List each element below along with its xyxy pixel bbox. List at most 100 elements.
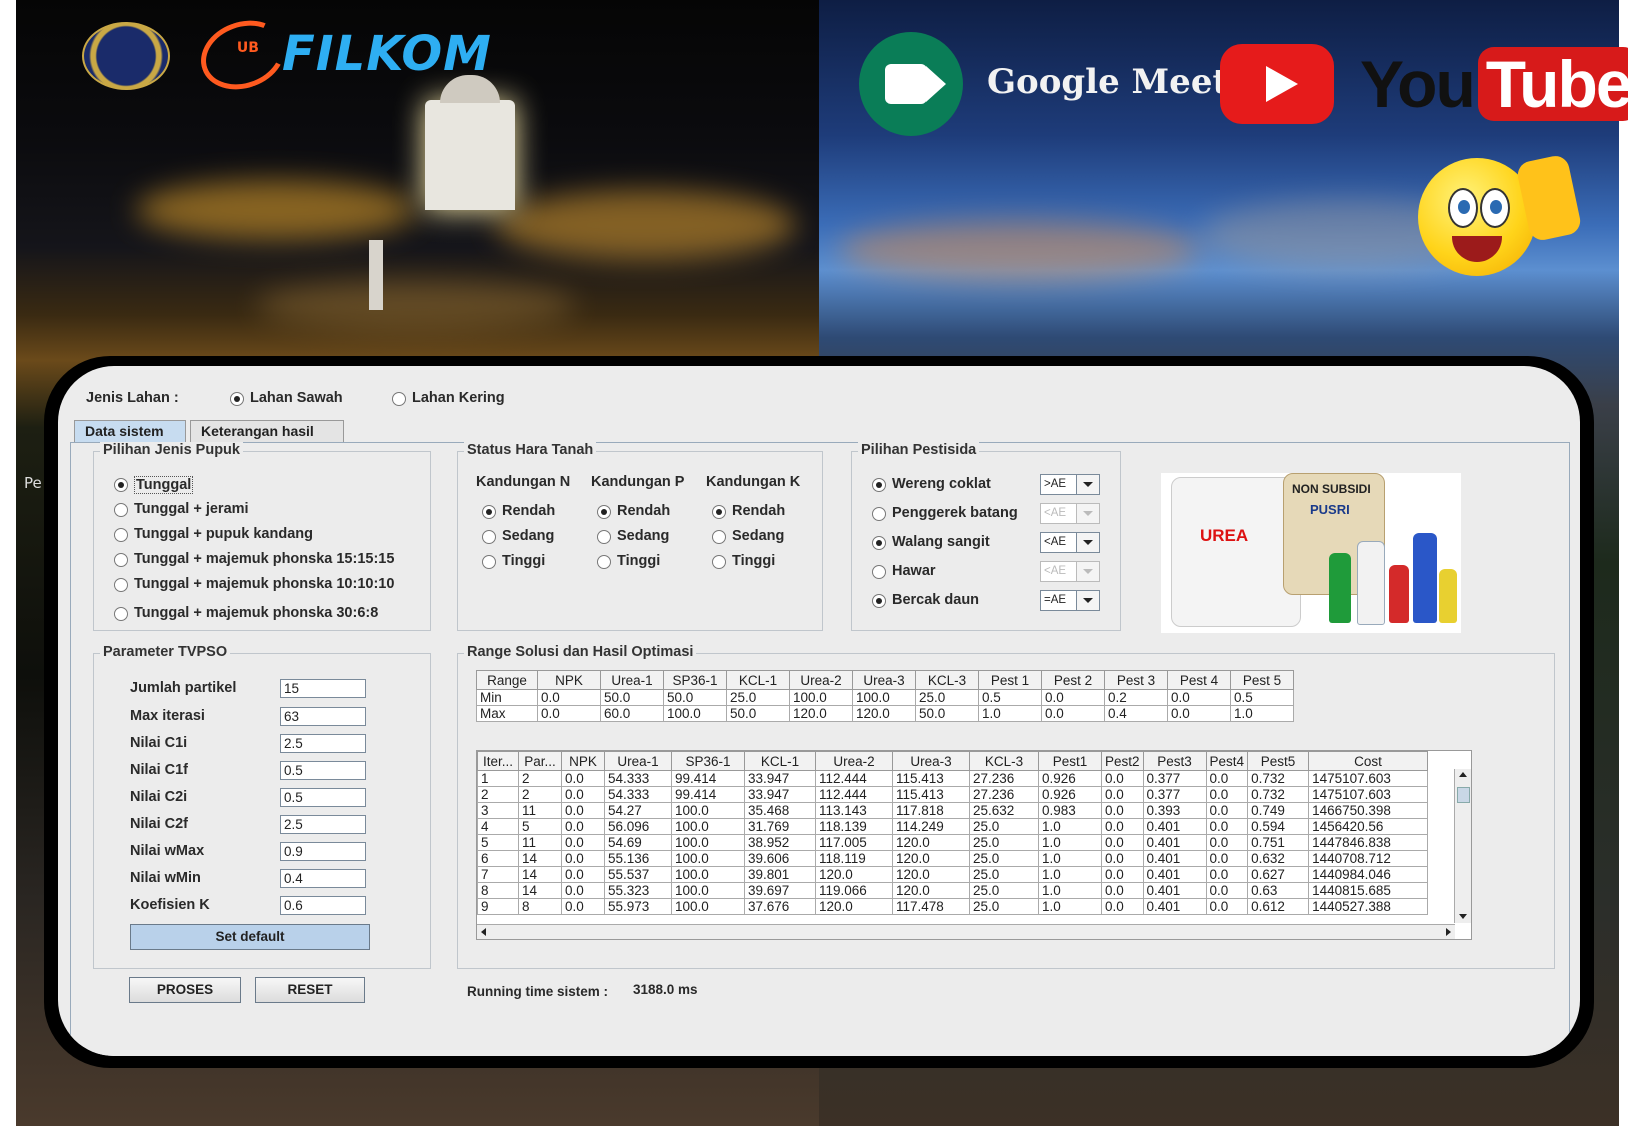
radio-p-rendah[interactable]	[597, 505, 611, 519]
bercak-daun-combo[interactable]: =AE	[1040, 590, 1100, 611]
hasil-table-col-header[interactable]: Par...	[518, 751, 562, 771]
hasil-table-cell: 0.0	[561, 770, 605, 787]
tab-keterangan-hasil[interactable]: Keterangan hasil	[190, 420, 344, 442]
horizontal-scrollbar[interactable]	[477, 924, 1455, 939]
hasil-table-col-header[interactable]: Pest2	[1101, 751, 1144, 771]
radio-p-sedang[interactable]	[597, 530, 611, 544]
hasil-table-row[interactable]: 5 11 0.0 54.69 100.0 38.952 117.005 120.0 25.0 1.…	[477, 834, 1429, 851]
scroll-down-arrow-icon[interactable]	[1459, 914, 1467, 919]
jumlah-partikel-field[interactable]: 15	[280, 679, 366, 698]
range-table-cell: 1.0	[978, 705, 1042, 722]
wereng-coklat-combo[interactable]: >AE	[1040, 474, 1100, 495]
range-table-col-header[interactable]: NPK	[537, 670, 601, 690]
radio-pupuk-5[interactable]	[114, 607, 128, 621]
radio-n-rendah[interactable]	[482, 505, 496, 519]
hasil-table-col-header[interactable]: KCL-3	[969, 751, 1039, 771]
hasil-table-row[interactable]: 3 11 0.0 54.27 100.0 35.468 113.143 117.818 25.6…	[477, 802, 1429, 819]
hasil-table-col-header[interactable]: Pest1	[1038, 751, 1102, 771]
hasil-table-row[interactable]: 8 14 0.0 55.323 100.0 39.697 119.066 120.0 25.0 1…	[477, 882, 1429, 899]
nilai-wmax-field[interactable]: 0.9	[280, 842, 366, 861]
koefisien-k-field[interactable]: 0.6	[280, 896, 366, 915]
max-iterasi-field[interactable]: 63	[280, 707, 366, 726]
hasil-table-col-header[interactable]: Urea-1	[604, 751, 672, 771]
range-table-col-header[interactable]: Pest 5	[1230, 670, 1294, 690]
hasil-table-cell: 9	[477, 898, 519, 915]
range-table-col-header[interactable]: Urea-2	[789, 670, 853, 690]
reset-button[interactable]: RESET	[255, 977, 365, 1003]
penggerek-batang-combo[interactable]: <AE	[1040, 503, 1100, 524]
range-table-cell: 0.4	[1104, 705, 1168, 722]
radio-penggerek-batang[interactable]	[872, 507, 886, 521]
range-table-col-header[interactable]: SP36-1	[663, 670, 727, 690]
hasil-table-cell: 120.0	[815, 866, 893, 883]
radio-wereng-coklat[interactable]	[872, 478, 886, 492]
tab-data-sistem[interactable]: Data sistem	[74, 420, 186, 442]
hasil-table-cell: 0.0	[561, 802, 605, 819]
radio-pupuk-3[interactable]	[114, 553, 128, 567]
hasil-table-cell: 35.468	[744, 802, 816, 819]
range-table-col-header[interactable]: Pest 3	[1104, 670, 1168, 690]
radio-k-rendah[interactable]	[712, 505, 726, 519]
range-table-col-header[interactable]: Urea-1	[600, 670, 664, 690]
scroll-left-arrow-icon[interactable]	[481, 928, 486, 936]
range-table-col-header[interactable]: Urea-3	[852, 670, 916, 690]
hasil-table-cell: 1.0	[1038, 882, 1102, 899]
scroll-thumb[interactable]	[1457, 787, 1470, 803]
hasil-table-col-header[interactable]: SP36-1	[671, 751, 745, 771]
radio-n-sedang[interactable]	[482, 530, 496, 544]
range-table-col-header[interactable]: Pest 1	[978, 670, 1042, 690]
radio-pupuk-0[interactable]	[114, 478, 128, 492]
hasil-table-container[interactable]: Iter... Par... NPK Urea-1 SP36-1 KCL-1 Urea-2 U…	[476, 750, 1472, 940]
radio-k-tinggi[interactable]	[712, 555, 726, 569]
hasil-table-col-header[interactable]: Pest5	[1247, 751, 1310, 771]
range-table-col-header[interactable]: KCL-3	[915, 670, 979, 690]
scroll-right-arrow-icon[interactable]	[1446, 928, 1451, 936]
hasil-table-row[interactable]: 1 2 0.0 54.333 99.414 33.947 112.444 115.413 27.…	[477, 770, 1429, 787]
hasil-table-cell: 114.249	[892, 818, 970, 835]
hasil-table-col-header[interactable]: Pest3	[1142, 751, 1207, 771]
radio-k-sedang[interactable]	[712, 530, 726, 544]
nilai-c1f-field[interactable]: 0.5	[280, 761, 366, 780]
hawar-combo[interactable]: <AE	[1040, 561, 1100, 582]
radio-n-tinggi[interactable]	[482, 555, 496, 569]
radio-lahan-kering[interactable]	[392, 392, 406, 406]
hasil-table-row[interactable]: 9 8 0.0 55.973 100.0 37.676 120.0 117.478 25.0 1.…	[477, 898, 1429, 915]
nilai-c2i-field[interactable]: 0.5	[280, 788, 366, 807]
range-table-row[interactable]: Min 0.0 50.0 50.0 25.0 100.0 100.0 25.0 0.5 0.0 0.…	[476, 689, 1294, 706]
hasil-table-col-header[interactable]: Urea-3	[892, 751, 970, 771]
nilai-c1i-field[interactable]: 2.5	[280, 734, 366, 753]
hasil-table-row[interactable]: 6 14 0.0 55.136 100.0 39.606 118.119 120.0 25.0 1…	[477, 850, 1429, 867]
n-rendah-label: Rendah	[502, 503, 556, 519]
hasil-table-col-header[interactable]: Iter...	[477, 751, 519, 771]
radio-pupuk-4[interactable]	[114, 578, 128, 592]
hasil-table-col-header[interactable]: NPK	[561, 751, 605, 771]
range-table-col-header[interactable]: KCL-1	[726, 670, 790, 690]
radio-lahan-sawah[interactable]	[230, 392, 244, 406]
vertical-scrollbar[interactable]	[1454, 769, 1471, 923]
hasil-table-col-header[interactable]: Pest4	[1205, 751, 1249, 771]
range-table-col-header[interactable]: Pest 4	[1167, 670, 1231, 690]
nilai-wmin-field[interactable]: 0.4	[280, 869, 366, 888]
radio-bercak-daun[interactable]	[872, 594, 886, 608]
range-table-col-header[interactable]: Pest 2	[1041, 670, 1105, 690]
radio-pupuk-1[interactable]	[114, 503, 128, 517]
pestisida-group: Pilihan Pestisida Wereng coklat >AE Peng…	[851, 442, 1121, 631]
hasil-table-col-header[interactable]: KCL-1	[744, 751, 816, 771]
nilai-c2f-field[interactable]: 2.5	[280, 815, 366, 834]
scroll-up-arrow-icon[interactable]	[1459, 772, 1467, 777]
range-table-row[interactable]: Max 0.0 60.0 100.0 50.0 120.0 120.0 50.0 1.0 0.0 0…	[476, 705, 1294, 722]
radio-pupuk-2[interactable]	[114, 528, 128, 542]
hasil-table-row[interactable]: 7 14 0.0 55.537 100.0 39.801 120.0 120.0 25.0 1.0…	[477, 866, 1429, 883]
range-table-col-header[interactable]: Range	[476, 670, 538, 690]
google-meet-label: Google Meet	[987, 62, 1229, 102]
set-default-button[interactable]: Set default	[130, 924, 370, 950]
radio-hawar[interactable]	[872, 565, 886, 579]
hasil-table-row[interactable]: 4 5 0.0 56.096 100.0 31.769 118.139 114.249 25.0…	[477, 818, 1429, 835]
hasil-table-row[interactable]: 2 2 0.0 54.333 99.414 33.947 112.444 115.413 27.…	[477, 786, 1429, 803]
radio-walang-sangit[interactable]	[872, 536, 886, 550]
proses-button[interactable]: PROSES	[129, 977, 241, 1003]
hasil-table-col-header[interactable]: Cost	[1308, 751, 1429, 771]
radio-p-tinggi[interactable]	[597, 555, 611, 569]
walang-sangit-combo[interactable]: <AE	[1040, 532, 1100, 553]
hasil-table-col-header[interactable]: Urea-2	[815, 751, 893, 771]
